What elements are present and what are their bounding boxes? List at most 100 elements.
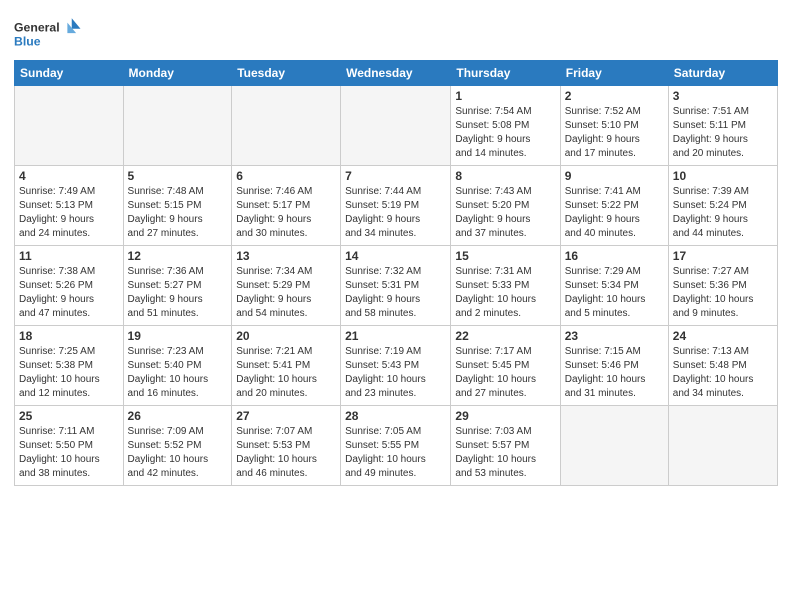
week-row-4: 18 Sunrise: 7:25 AM Sunset: 5:38 PM Dayli… [15, 326, 778, 406]
date-number-19: 19 [128, 329, 228, 343]
cell-info-16: Sunrise: 7:29 AM Sunset: 5:34 PM Dayligh… [565, 265, 664, 321]
cell-info-24: Sunrise: 7:13 AM Sunset: 5:48 PM Dayligh… [673, 345, 773, 401]
cell-info-3: Sunrise: 7:51 AM Sunset: 5:11 PM Dayligh… [673, 105, 773, 161]
cell-info-21: Sunrise: 7:19 AM Sunset: 5:43 PM Dayligh… [345, 345, 446, 401]
cell-info-11: Sunrise: 7:38 AM Sunset: 5:26 PM Dayligh… [19, 265, 119, 321]
svg-text:General: General [14, 20, 60, 34]
cell-11: 11 Sunrise: 7:38 AM Sunset: 5:26 PM Dayli… [15, 246, 124, 326]
date-number-14: 14 [345, 249, 446, 263]
date-number-10: 10 [673, 169, 773, 183]
cell-info-2: Sunrise: 7:52 AM Sunset: 5:10 PM Dayligh… [565, 105, 664, 161]
date-number-23: 23 [565, 329, 664, 343]
cell-empty-w0-1 [123, 86, 232, 166]
cell-info-15: Sunrise: 7:31 AM Sunset: 5:33 PM Dayligh… [455, 265, 555, 321]
cell-18: 18 Sunrise: 7:25 AM Sunset: 5:38 PM Dayli… [15, 326, 124, 406]
cell-10: 10 Sunrise: 7:39 AM Sunset: 5:24 PM Dayli… [668, 166, 777, 246]
cell-1: 1Sunrise: 7:54 AM Sunset: 5:08 PM Daylig… [451, 86, 560, 166]
logo-svg: General Blue [14, 14, 84, 54]
cell-29: 29 Sunrise: 7:03 AM Sunset: 5:57 PM Dayli… [451, 406, 560, 486]
cell-empty-w4-6 [668, 406, 777, 486]
date-number-12: 12 [128, 249, 228, 263]
cell-info-5: Sunrise: 7:48 AM Sunset: 5:15 PM Dayligh… [128, 185, 228, 241]
cell-4: 4Sunrise: 7:49 AM Sunset: 5:13 PM Daylig… [15, 166, 124, 246]
date-number-2: 2 [565, 89, 664, 103]
cell-5: 5 Sunrise: 7:48 AM Sunset: 5:15 PM Daylig… [123, 166, 232, 246]
cell-21: 21 Sunrise: 7:19 AM Sunset: 5:43 PM Dayli… [341, 326, 451, 406]
day-header-tuesday: Tuesday [232, 61, 341, 86]
date-number-24: 24 [673, 329, 773, 343]
cell-info-20: Sunrise: 7:21 AM Sunset: 5:41 PM Dayligh… [236, 345, 336, 401]
cell-3: 3 Sunrise: 7:51 AM Sunset: 5:11 PM Daylig… [668, 86, 777, 166]
cell-info-14: Sunrise: 7:32 AM Sunset: 5:31 PM Dayligh… [345, 265, 446, 321]
date-number-13: 13 [236, 249, 336, 263]
cell-info-19: Sunrise: 7:23 AM Sunset: 5:40 PM Dayligh… [128, 345, 228, 401]
date-number-27: 27 [236, 409, 336, 423]
date-number-18: 18 [19, 329, 119, 343]
cell-info-6: Sunrise: 7:46 AM Sunset: 5:17 PM Dayligh… [236, 185, 336, 241]
date-number-6: 6 [236, 169, 336, 183]
day-header-thursday: Thursday [451, 61, 560, 86]
cell-2: 2 Sunrise: 7:52 AM Sunset: 5:10 PM Daylig… [560, 86, 668, 166]
date-number-4: 4 [19, 169, 119, 183]
logo: General Blue [14, 14, 84, 54]
date-number-11: 11 [19, 249, 119, 263]
calendar-table: SundayMondayTuesdayWednesdayThursdayFrid… [14, 60, 778, 486]
calendar-page: General Blue SundayMondayTuesdayWednesda… [0, 0, 792, 496]
cell-info-23: Sunrise: 7:15 AM Sunset: 5:46 PM Dayligh… [565, 345, 664, 401]
date-number-21: 21 [345, 329, 446, 343]
cell-14: 14 Sunrise: 7:32 AM Sunset: 5:31 PM Dayli… [341, 246, 451, 326]
cell-13: 13Sunrise: 7:34 AM Sunset: 5:29 PM Dayli… [232, 246, 341, 326]
date-number-3: 3 [673, 89, 773, 103]
cell-info-26: Sunrise: 7:09 AM Sunset: 5:52 PM Dayligh… [128, 425, 228, 481]
week-row-1: 1Sunrise: 7:54 AM Sunset: 5:08 PM Daylig… [15, 86, 778, 166]
cell-empty-w0-3 [341, 86, 451, 166]
cell-empty-w4-5 [560, 406, 668, 486]
cell-info-17: Sunrise: 7:27 AM Sunset: 5:36 PM Dayligh… [673, 265, 773, 321]
week-row-3: 11 Sunrise: 7:38 AM Sunset: 5:26 PM Dayli… [15, 246, 778, 326]
cell-15: 15 Sunrise: 7:31 AM Sunset: 5:33 PM Dayli… [451, 246, 560, 326]
svg-text:Blue: Blue [14, 34, 41, 48]
date-number-20: 20 [236, 329, 336, 343]
cell-8: 8 Sunrise: 7:43 AM Sunset: 5:20 PM Daylig… [451, 166, 560, 246]
day-header-row: SundayMondayTuesdayWednesdayThursdayFrid… [15, 61, 778, 86]
cell-22: 22Sunrise: 7:17 AM Sunset: 5:45 PM Dayli… [451, 326, 560, 406]
cell-info-29: Sunrise: 7:03 AM Sunset: 5:57 PM Dayligh… [455, 425, 555, 481]
day-header-sunday: Sunday [15, 61, 124, 86]
week-row-2: 4Sunrise: 7:49 AM Sunset: 5:13 PM Daylig… [15, 166, 778, 246]
cell-12: 12 Sunrise: 7:36 AM Sunset: 5:27 PM Dayli… [123, 246, 232, 326]
day-header-saturday: Saturday [668, 61, 777, 86]
date-number-5: 5 [128, 169, 228, 183]
cell-9: 9 Sunrise: 7:41 AM Sunset: 5:22 PM Daylig… [560, 166, 668, 246]
date-number-17: 17 [673, 249, 773, 263]
cell-17: 17 Sunrise: 7:27 AM Sunset: 5:36 PM Dayli… [668, 246, 777, 326]
cell-info-10: Sunrise: 7:39 AM Sunset: 5:24 PM Dayligh… [673, 185, 773, 241]
cell-info-12: Sunrise: 7:36 AM Sunset: 5:27 PM Dayligh… [128, 265, 228, 321]
date-number-15: 15 [455, 249, 555, 263]
day-header-friday: Friday [560, 61, 668, 86]
cell-info-27: Sunrise: 7:07 AM Sunset: 5:53 PM Dayligh… [236, 425, 336, 481]
day-header-monday: Monday [123, 61, 232, 86]
date-number-22: 22 [455, 329, 555, 343]
cell-7: 7Sunrise: 7:44 AM Sunset: 5:19 PM Daylig… [341, 166, 451, 246]
cell-26: 26Sunrise: 7:09 AM Sunset: 5:52 PM Dayli… [123, 406, 232, 486]
cell-info-28: Sunrise: 7:05 AM Sunset: 5:55 PM Dayligh… [345, 425, 446, 481]
cell-27: 27 Sunrise: 7:07 AM Sunset: 5:53 PM Dayli… [232, 406, 341, 486]
cell-info-18: Sunrise: 7:25 AM Sunset: 5:38 PM Dayligh… [19, 345, 119, 401]
date-number-16: 16 [565, 249, 664, 263]
header: General Blue [14, 10, 778, 54]
cell-info-1: Sunrise: 7:54 AM Sunset: 5:08 PM Dayligh… [455, 105, 555, 161]
cell-24: 24 Sunrise: 7:13 AM Sunset: 5:48 PM Dayli… [668, 326, 777, 406]
date-number-28: 28 [345, 409, 446, 423]
cell-25: 25Sunrise: 7:11 AM Sunset: 5:50 PM Dayli… [15, 406, 124, 486]
date-number-8: 8 [455, 169, 555, 183]
cell-info-8: Sunrise: 7:43 AM Sunset: 5:20 PM Dayligh… [455, 185, 555, 241]
cell-info-9: Sunrise: 7:41 AM Sunset: 5:22 PM Dayligh… [565, 185, 664, 241]
date-number-9: 9 [565, 169, 664, 183]
date-number-7: 7 [345, 169, 446, 183]
cell-6: 6 Sunrise: 7:46 AM Sunset: 5:17 PM Daylig… [232, 166, 341, 246]
cell-16: 16 Sunrise: 7:29 AM Sunset: 5:34 PM Dayli… [560, 246, 668, 326]
week-row-5: 25Sunrise: 7:11 AM Sunset: 5:50 PM Dayli… [15, 406, 778, 486]
date-number-29: 29 [455, 409, 555, 423]
cell-20: 20 Sunrise: 7:21 AM Sunset: 5:41 PM Dayli… [232, 326, 341, 406]
cell-info-25: Sunrise: 7:11 AM Sunset: 5:50 PM Dayligh… [19, 425, 119, 481]
